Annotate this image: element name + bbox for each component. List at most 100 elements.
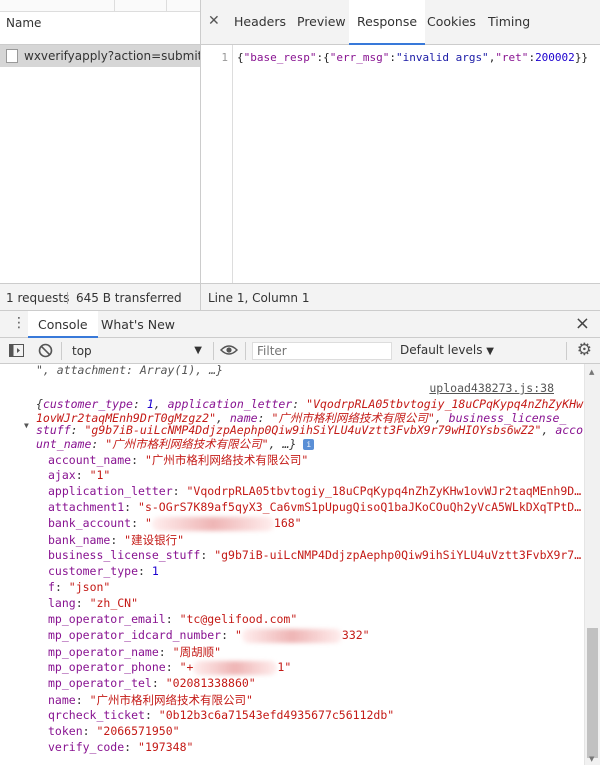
property-value: "s-OGrS7K89af5qyX3_Ca6vmS1pUpugQisoQ1baJ… [138, 500, 582, 514]
tab-headers[interactable]: Headers [234, 14, 286, 29]
line-number: 1 [221, 51, 228, 64]
object-property-row[interactable]: verify_code: "197348" [48, 740, 193, 754]
property-value: 1" [277, 660, 292, 674]
object-property-row[interactable]: mp_operator_name: "周胡顺" [48, 644, 221, 660]
property-key: qrcheck_ticket [48, 708, 145, 722]
object-property-row[interactable]: token: "2066571950" [48, 724, 180, 738]
property-key: bank_name [48, 533, 111, 547]
close-drawer-icon[interactable]: × [575, 313, 590, 334]
property-value: "周胡顺" [172, 645, 221, 659]
property-key: lang [48, 596, 76, 610]
context-selector-value: top [72, 344, 92, 358]
settings-gear-icon[interactable]: ⚙ [577, 340, 592, 360]
clear-console-icon[interactable] [38, 343, 53, 358]
dropdown-arrow-icon: ▼ [194, 345, 202, 356]
tab-console[interactable]: Console [28, 311, 98, 338]
property-value: "0b12b3c6a71543efd4935677c56112db" [158, 708, 395, 722]
property-value: "g9b7iB-uiLcNMP4DdjzpAephp0Qiw9ihSiYLU4u… [214, 548, 582, 562]
property-key: mp_operator_email [48, 612, 166, 626]
object-property-row[interactable]: ajax: "1" [48, 468, 110, 482]
property-value: "2066571950" [96, 724, 180, 738]
context-selector[interactable]: top ▼ [66, 341, 208, 361]
property-key: token [48, 724, 83, 738]
scroll-down-arrow-icon[interactable]: ▼ [589, 755, 594, 763]
property-value: "广州市格利网络技术有限公司" [89, 693, 253, 707]
property-key: business_license_stuff [48, 548, 201, 562]
network-status-bar: 1 requests 645 B transferred Line 1, Col… [0, 283, 600, 312]
object-summary-line-1[interactable]: {customer_type: 1, application_letter: "… [36, 397, 583, 411]
object-property-row[interactable]: bank_account: " 168" [48, 516, 302, 531]
property-value: "zh_CN" [89, 596, 139, 610]
property-key: verify_code [48, 740, 125, 754]
property-key: mp_operator_name [48, 645, 159, 659]
tab-whats-new[interactable]: What's New [101, 317, 175, 332]
property-value: "建设银行" [124, 533, 185, 547]
object-property-row[interactable]: business_license_stuff: "g9b7iB-uiLcNMP4… [48, 548, 581, 562]
tab-cookies[interactable]: Cookies [427, 14, 476, 29]
request-list-panel: Name wxverifyapply?action=submit... [0, 0, 201, 283]
name-column-header[interactable]: Name [6, 16, 41, 30]
property-value: 168" [273, 516, 302, 530]
object-property-row[interactable]: qrcheck_ticket: "0b12b3c6a71543efd493567… [48, 708, 394, 722]
console-output[interactable]: ", attachment: Array(1), …} upload438273… [0, 364, 584, 765]
console-scrollbar[interactable]: ▲ ▼ [584, 364, 600, 765]
tab-timing[interactable]: Timing [488, 14, 530, 29]
object-property-row[interactable]: mp_operator_idcard_number: " 332" [48, 628, 370, 643]
property-value: "VqodrpRLA05tbvtogiy_18uCPqKypq4nZhZyKHw… [186, 484, 582, 498]
redacted-value-blur [151, 516, 274, 531]
object-property-row[interactable]: attachment1: "s-OGrS7K89af5qyX3_Ca6vmS1p… [48, 500, 581, 514]
cursor-position: Line 1, Column 1 [208, 291, 310, 305]
log-levels-dropdown[interactable]: Default levels ▼ [400, 343, 494, 357]
expand-triangle-icon[interactable]: ▼ [24, 421, 29, 430]
filter-input[interactable] [252, 342, 392, 360]
drawer-tab-bar: ⋮ Console What's New × [0, 311, 600, 338]
property-value: "tc@gelifood.com" [179, 612, 298, 626]
scroll-up-arrow-icon[interactable]: ▲ [589, 368, 594, 376]
property-value: 1 [151, 564, 159, 578]
property-value: "02081338860" [165, 676, 256, 690]
object-property-row[interactable]: account_name: "广州市格利网络技术有限公司" [48, 452, 308, 468]
property-key: f [48, 580, 55, 594]
line-number-gutter: 1 [201, 45, 233, 283]
live-expression-eye-icon[interactable] [220, 344, 238, 356]
property-key: customer_type [48, 564, 139, 578]
waterfall-overview-strip [0, 0, 200, 12]
object-property-row[interactable]: mp_operator_tel: "02081338860" [48, 676, 256, 690]
request-name: wxverifyapply?action=submit... [24, 49, 200, 63]
source-link[interactable]: upload438273.js:38 [429, 381, 554, 395]
object-property-row[interactable]: name: "广州市格利网络技术有限公司" [48, 692, 253, 708]
object-property-row[interactable]: f: "json" [48, 580, 110, 594]
property-value: "广州市格利网络技术有限公司" [144, 453, 309, 467]
property-key: bank_account [48, 516, 132, 530]
object-summary-line-4[interactable]: unt_name: "广州市格利网络技术有限公司", …} i [36, 436, 315, 452]
request-detail-panel: ✕ Headers Preview Response Cookies Timin… [201, 0, 600, 283]
previous-log-tail: ", attachment: Array(1), …} [36, 364, 223, 377]
close-icon[interactable]: ✕ [208, 13, 220, 29]
object-property-row[interactable]: application_letter: "VqodrpRLA05tbvtogiy… [48, 484, 581, 498]
object-property-row[interactable]: mp_operator_phone: "+ 1" [48, 660, 291, 675]
object-summary-line-3[interactable]: stuff: "g9b7iB-uiLcNMP4DdjzpAephp0Qiw9ih… [36, 423, 583, 437]
property-key: ajax [48, 468, 76, 482]
redacted-value-blur [241, 628, 342, 643]
object-property-row[interactable]: lang: "zh_CN" [48, 596, 138, 610]
request-row[interactable]: wxverifyapply?action=submit... [0, 45, 200, 67]
object-property-row[interactable]: customer_type: 1 [48, 564, 159, 578]
tab-response[interactable]: Response [349, 0, 426, 45]
more-menu-icon[interactable]: ⋮ [12, 316, 26, 330]
property-value: "1" [89, 468, 111, 482]
document-icon [6, 49, 18, 63]
object-property-row[interactable]: bank_name: "建设银行" [48, 532, 184, 548]
object-property-row[interactable]: mp_operator_email: "tc@gelifood.com" [48, 612, 297, 626]
tab-preview[interactable]: Preview [297, 14, 346, 29]
property-key: mp_operator_phone [48, 660, 166, 674]
response-body[interactable]: {"base_resp":{"err_msg":"invalid args","… [237, 51, 588, 64]
property-key: name [48, 693, 76, 707]
sidebar-toggle-icon[interactable] [9, 344, 24, 357]
property-key: account_name [48, 453, 132, 467]
info-icon[interactable]: i [303, 439, 315, 450]
response-viewer[interactable]: 1 {"base_resp":{"err_msg":"invalid args"… [201, 45, 600, 283]
property-key: application_letter [48, 484, 173, 498]
property-value: 332" [341, 628, 370, 642]
property-value: "json" [68, 580, 111, 594]
scrollbar-thumb[interactable] [587, 628, 598, 758]
